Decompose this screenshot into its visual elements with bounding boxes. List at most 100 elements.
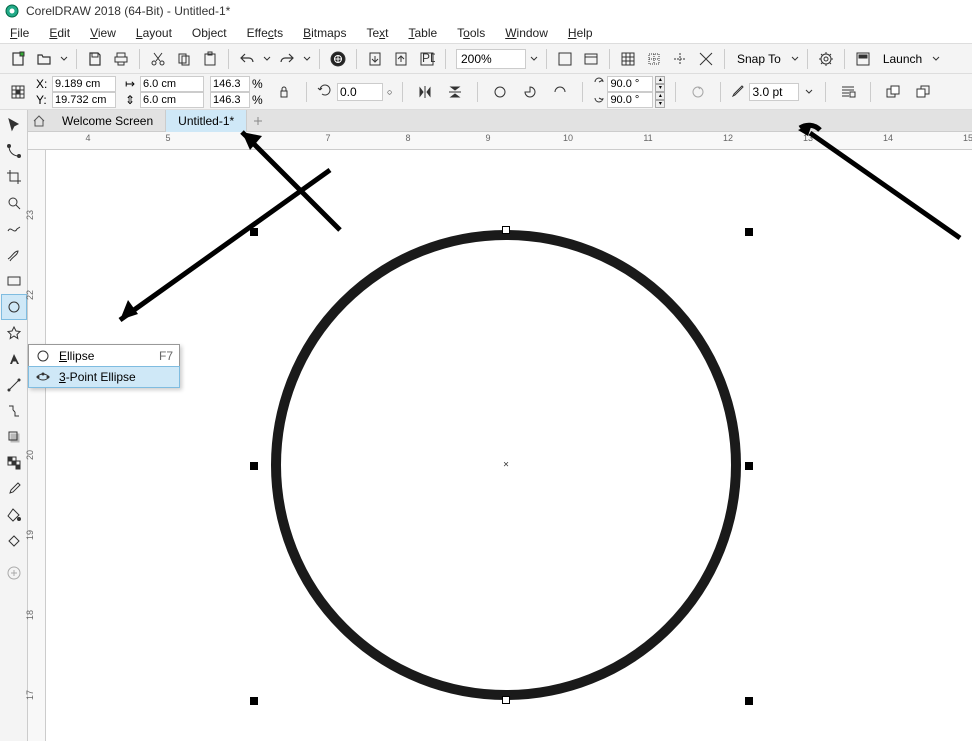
tab-document[interactable]: Untitled-1* — [166, 110, 247, 132]
launch-label[interactable]: Launch — [877, 52, 928, 66]
undo-dropdown-icon[interactable] — [261, 55, 273, 63]
search-button[interactable] — [326, 47, 350, 71]
fullscreen-button[interactable] — [553, 47, 577, 71]
selection-handle[interactable] — [502, 226, 510, 234]
end-angle-input[interactable]: 90.0 ° — [607, 92, 653, 108]
wrap-text-button[interactable] — [836, 80, 860, 104]
selection-handle[interactable] — [745, 697, 753, 705]
menu-edit[interactable]: Edit — [39, 26, 80, 40]
text-tool[interactable] — [1, 346, 27, 372]
scale-x-input[interactable]: 146.3 — [210, 76, 250, 92]
connector-tool[interactable] — [1, 398, 27, 424]
start-angle-input[interactable]: 90.0 ° — [607, 76, 653, 92]
fill-tool[interactable] — [1, 502, 27, 528]
scale-y-input[interactable]: 146.3 — [210, 92, 250, 108]
menu-text[interactable]: Text — [356, 26, 398, 40]
start-angle-spinner[interactable]: ▴▾ — [655, 76, 665, 92]
to-front-button[interactable] — [881, 80, 905, 104]
menu-file[interactable]: File — [0, 26, 39, 40]
end-angle-spinner[interactable]: ▴▾ — [655, 92, 665, 108]
align-guides-button[interactable] — [668, 47, 692, 71]
selection-handle[interactable] — [745, 462, 753, 470]
preview-button[interactable] — [579, 47, 603, 71]
open-button[interactable] — [32, 47, 56, 71]
x-position-input[interactable]: 9.189 cm — [52, 76, 116, 92]
paste-button[interactable] — [198, 47, 222, 71]
menu-effects[interactable]: Effects — [237, 26, 293, 40]
ellipse-tool[interactable] — [1, 294, 27, 320]
import-button[interactable] — [363, 47, 387, 71]
rectangle-tool[interactable] — [1, 268, 27, 294]
menu-bitmaps[interactable]: Bitmaps — [293, 26, 356, 40]
cut-button[interactable] — [146, 47, 170, 71]
flyout-ellipse[interactable]: Ellipse F7 — [29, 345, 179, 367]
drawing-canvas[interactable]: × — [46, 150, 972, 741]
outline-dropdown-icon[interactable] — [803, 88, 815, 96]
snap-dropdown-icon[interactable] — [789, 55, 801, 63]
arc-mode-button[interactable] — [548, 80, 572, 104]
drop-shadow-tool[interactable] — [1, 424, 27, 450]
menu-table[interactable]: Table — [398, 26, 447, 40]
mirror-v-button[interactable] — [443, 80, 467, 104]
home-tab-icon[interactable] — [28, 110, 50, 132]
rotation-input[interactable]: 0.0 — [337, 83, 383, 101]
height-input[interactable]: 6.0 cm — [140, 92, 204, 108]
selection-handle[interactable] — [250, 697, 258, 705]
tab-add-button[interactable] — [247, 110, 269, 132]
save-button[interactable] — [83, 47, 107, 71]
mirror-h-button[interactable] — [413, 80, 437, 104]
launch-dropdown-icon[interactable] — [930, 55, 942, 63]
outline-width-input[interactable]: 3.0 pt — [749, 83, 799, 101]
menu-help[interactable]: Help — [558, 26, 603, 40]
grid-button[interactable] — [616, 47, 640, 71]
menu-layout[interactable]: Layout — [126, 26, 182, 40]
menu-tools[interactable]: Tools — [447, 26, 495, 40]
artistic-media-tool[interactable] — [1, 242, 27, 268]
pie-mode-button[interactable] — [518, 80, 542, 104]
selection-handle[interactable] — [502, 696, 510, 704]
export-button[interactable] — [389, 47, 413, 71]
tab-welcome[interactable]: Welcome Screen — [50, 110, 166, 132]
new-button[interactable] — [6, 47, 30, 71]
width-input[interactable]: 6.0 cm — [140, 76, 204, 92]
copy-button[interactable] — [172, 47, 196, 71]
direction-button[interactable] — [686, 80, 710, 104]
pick-tool[interactable] — [1, 112, 27, 138]
menu-window[interactable]: Window — [495, 26, 558, 40]
parallel-dim-tool[interactable] — [1, 372, 27, 398]
transparency-tool[interactable] — [1, 450, 27, 476]
smart-fill-tool[interactable] — [1, 528, 27, 554]
print-button[interactable] — [109, 47, 133, 71]
shape-tool[interactable] — [1, 138, 27, 164]
menu-object[interactable]: Object — [182, 26, 237, 40]
guidelines-button[interactable] — [642, 47, 666, 71]
crop-tool[interactable] — [1, 164, 27, 190]
zoom-level-input[interactable]: 200% — [456, 49, 526, 69]
flyout-3point-ellipse[interactable]: 3-Point Ellipse — [28, 366, 180, 388]
freehand-tool[interactable] — [1, 216, 27, 242]
polygon-tool[interactable] — [1, 320, 27, 346]
undo-button[interactable] — [235, 47, 259, 71]
selection-handle[interactable] — [250, 462, 258, 470]
redo-button[interactable] — [275, 47, 299, 71]
ellipse-mode-button[interactable] — [488, 80, 512, 104]
snap-to-label[interactable]: Snap To — [731, 52, 787, 66]
quick-customize-button[interactable] — [1, 560, 27, 586]
y-position-input[interactable]: 19.732 cm — [52, 92, 116, 108]
publish-pdf-button[interactable]: PDF — [415, 47, 439, 71]
end-angle-icon — [593, 92, 605, 107]
menu-view[interactable]: View — [80, 26, 126, 40]
selection-handle[interactable] — [250, 228, 258, 236]
zoom-tool[interactable] — [1, 190, 27, 216]
selection-handle[interactable] — [745, 228, 753, 236]
launch-icon[interactable] — [851, 47, 875, 71]
to-back-button[interactable] — [911, 80, 935, 104]
eyedropper-tool[interactable] — [1, 476, 27, 502]
lock-ratio-button[interactable] — [272, 80, 296, 104]
dynamic-guides-button[interactable] — [694, 47, 718, 71]
zoom-dropdown-icon[interactable] — [528, 55, 540, 63]
origin-grid-icon[interactable] — [6, 80, 30, 104]
options-button[interactable] — [814, 47, 838, 71]
open-dropdown-icon[interactable] — [58, 55, 70, 63]
redo-dropdown-icon[interactable] — [301, 55, 313, 63]
